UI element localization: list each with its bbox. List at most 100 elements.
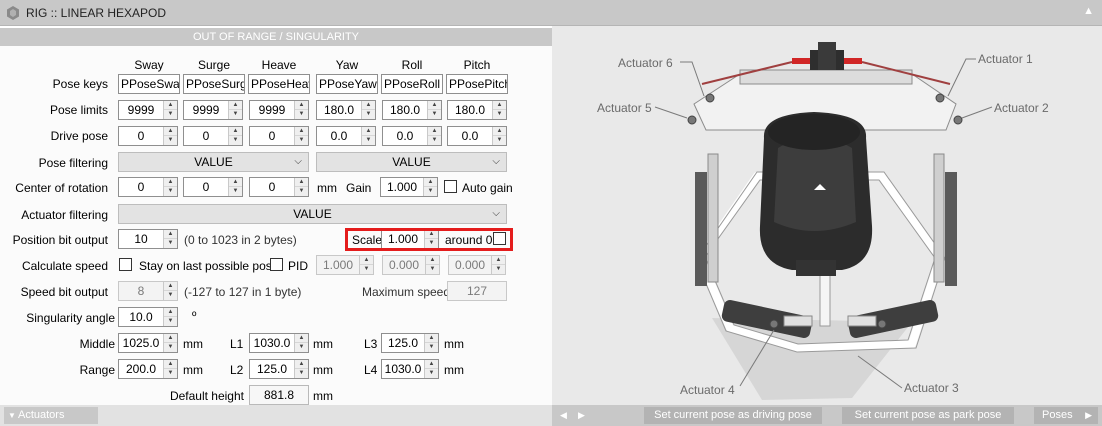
- set-park-pose-button[interactable]: Set current pose as park pose: [842, 407, 1014, 424]
- center-rotation-y-spinbox[interactable]: 0 ▲ ▼: [183, 177, 243, 197]
- spin-up-icon[interactable]: ▲: [492, 256, 505, 265]
- spin-down-icon[interactable]: ▼: [425, 369, 438, 378]
- drive-pose-yaw-spinbox[interactable]: 0.0 ▲ ▼: [316, 126, 376, 146]
- pose-limit-pitch-spinbox[interactable]: 180.0 ▲ ▼: [447, 100, 507, 120]
- drive-pose-sway-spinbox[interactable]: 0 ▲ ▼: [118, 126, 178, 146]
- spin-down-icon[interactable]: ▼: [426, 265, 439, 274]
- set-driving-pose-button[interactable]: Set current pose as driving pose: [644, 407, 822, 424]
- pid-p-spinbox[interactable]: 1.000 ▲ ▼: [316, 255, 374, 275]
- section-header[interactable]: OUT OF RANGE / SINGULARITY: [0, 28, 552, 46]
- spin-up-icon[interactable]: ▲: [493, 127, 506, 136]
- drive-pose-heave-spinbox[interactable]: 0 ▲ ▼: [249, 126, 309, 146]
- l1-spinbox[interactable]: 1030.0 ▲ ▼: [249, 333, 309, 353]
- drive-pose-pitch-spinbox[interactable]: 0.0 ▲ ▼: [447, 126, 507, 146]
- spin-down-icon[interactable]: ▼: [295, 369, 308, 378]
- pid-d-spinbox[interactable]: 0.000 ▲ ▼: [448, 255, 506, 275]
- spin-down-icon[interactable]: ▼: [229, 187, 242, 196]
- spin-down-icon[interactable]: ▼: [164, 317, 177, 326]
- pose-filtering-rotation-select[interactable]: VALUE ⌵: [316, 152, 507, 172]
- pose-key-roll-input[interactable]: PPoseRoll: [381, 74, 443, 94]
- spin-up-icon[interactable]: ▲: [362, 101, 375, 110]
- spin-up-icon[interactable]: ▲: [164, 308, 177, 317]
- spin-down-icon[interactable]: ▼: [164, 343, 177, 352]
- spin-up-icon[interactable]: ▲: [164, 282, 177, 291]
- spin-up-icon[interactable]: ▲: [295, 334, 308, 343]
- spin-down-icon[interactable]: ▼: [492, 265, 505, 274]
- spin-down-icon[interactable]: ▼: [295, 343, 308, 352]
- auto-gain-checkbox[interactable]: [444, 180, 457, 193]
- spin-down-icon[interactable]: ▼: [493, 136, 506, 145]
- spin-up-icon[interactable]: ▲: [295, 127, 308, 136]
- actuator-filtering-select[interactable]: VALUE ⌵: [118, 204, 507, 224]
- spin-up-icon[interactable]: ▲: [295, 360, 308, 369]
- spin-down-icon[interactable]: ▼: [428, 136, 441, 145]
- speed-bit-output-spinbox[interactable]: 8 ▲ ▼: [118, 281, 178, 301]
- spin-up-icon[interactable]: ▲: [424, 178, 437, 187]
- actuators-tab-button[interactable]: ▼ Actuators: [4, 407, 98, 424]
- spin-down-icon[interactable]: ▼: [362, 110, 375, 119]
- pose-filtering-translation-select[interactable]: VALUE ⌵: [118, 152, 309, 172]
- spin-up-icon[interactable]: ▲: [428, 127, 441, 136]
- pose-limit-yaw-spinbox[interactable]: 180.0 ▲ ▼: [316, 100, 376, 120]
- pose-key-yaw-input[interactable]: PPoseYaw: [316, 74, 378, 94]
- drive-pose-surge-spinbox[interactable]: 0 ▲ ▼: [183, 126, 243, 146]
- spin-up-icon[interactable]: ▲: [164, 127, 177, 136]
- l2-spinbox[interactable]: 125.0 ▲ ▼: [249, 359, 309, 379]
- range-spinbox[interactable]: 200.0 ▲ ▼: [118, 359, 178, 379]
- calculate-speed-checkbox[interactable]: [119, 258, 132, 271]
- spin-up-icon[interactable]: ▲: [362, 127, 375, 136]
- triangle-up-icon[interactable]: ▲: [1083, 5, 1094, 17]
- gain-spinbox[interactable]: 1.000 ▲ ▼: [380, 177, 438, 197]
- spin-down-icon[interactable]: ▼: [493, 110, 506, 119]
- spin-up-icon[interactable]: ▲: [295, 101, 308, 110]
- center-rotation-x-spinbox[interactable]: 0 ▲ ▼: [118, 177, 178, 197]
- spin-down-icon[interactable]: ▼: [424, 187, 437, 196]
- pose-key-heave-input[interactable]: PPoseHeave: [248, 74, 310, 94]
- middle-spinbox[interactable]: 1025.0 ▲ ▼: [118, 333, 178, 353]
- spin-up-icon[interactable]: ▲: [164, 334, 177, 343]
- spin-down-icon[interactable]: ▼: [164, 187, 177, 196]
- spin-down-icon[interactable]: ▼: [295, 136, 308, 145]
- center-rotation-z-spinbox[interactable]: 0 ▲ ▼: [249, 177, 309, 197]
- pose-limit-sway-spinbox[interactable]: 9999 ▲ ▼: [118, 100, 178, 120]
- spin-down-icon[interactable]: ▼: [362, 136, 375, 145]
- pose-key-surge-input[interactable]: PPoseSurge: [183, 74, 245, 94]
- spin-up-icon[interactable]: ▲: [164, 178, 177, 187]
- position-bit-output-spinbox[interactable]: 10 ▲ ▼: [118, 229, 178, 249]
- spin-up-icon[interactable]: ▲: [229, 101, 242, 110]
- spin-down-icon[interactable]: ▼: [164, 369, 177, 378]
- spin-up-icon[interactable]: ▲: [295, 178, 308, 187]
- pose-key-sway-input[interactable]: PPoseSway: [118, 74, 180, 94]
- spin-down-icon[interactable]: ▼: [295, 110, 308, 119]
- poses-tab-button[interactable]: Poses ▶: [1034, 407, 1098, 424]
- spin-down-icon[interactable]: ▼: [360, 265, 373, 274]
- singularity-angle-spinbox[interactable]: 10.0 ▲ ▼: [118, 307, 178, 327]
- triangle-left-icon[interactable]: ◀: [560, 407, 567, 424]
- spin-down-icon[interactable]: ▼: [164, 239, 177, 248]
- spin-down-icon[interactable]: ▼: [229, 136, 242, 145]
- triangle-right-icon[interactable]: ▶: [578, 407, 585, 424]
- spin-down-icon[interactable]: ▼: [164, 291, 177, 300]
- spin-down-icon[interactable]: ▼: [295, 187, 308, 196]
- spin-up-icon[interactable]: ▲: [426, 256, 439, 265]
- pid-i-spinbox[interactable]: 0.000 ▲ ▼: [382, 255, 440, 275]
- l3-spinbox[interactable]: 125.0 ▲ ▼: [381, 333, 439, 353]
- pose-limit-surge-spinbox[interactable]: 9999 ▲ ▼: [183, 100, 243, 120]
- spin-up-icon[interactable]: ▲: [229, 127, 242, 136]
- spin-down-icon[interactable]: ▼: [425, 343, 438, 352]
- pose-limit-heave-spinbox[interactable]: 9999 ▲ ▼: [249, 100, 309, 120]
- l4-spinbox[interactable]: 1030.0 ▲ ▼: [381, 359, 439, 379]
- spin-down-icon[interactable]: ▼: [229, 110, 242, 119]
- spin-up-icon[interactable]: ▲: [164, 360, 177, 369]
- spin-up-icon[interactable]: ▲: [229, 178, 242, 187]
- spin-up-icon[interactable]: ▲: [493, 101, 506, 110]
- drive-pose-roll-spinbox[interactable]: 0.0 ▲ ▼: [382, 126, 442, 146]
- spin-up-icon[interactable]: ▲: [360, 256, 373, 265]
- spin-up-icon[interactable]: ▲: [425, 334, 438, 343]
- pose-limit-roll-spinbox[interactable]: 180.0 ▲ ▼: [382, 100, 442, 120]
- rig-3d-viewport[interactable]: Actuator 6 Actuator 5 Actuator 1 Actuato…: [552, 26, 1102, 405]
- pose-key-pitch-input[interactable]: PPosePitch: [446, 74, 508, 94]
- spin-up-icon[interactable]: ▲: [428, 101, 441, 110]
- stay-last-pose-checkbox[interactable]: [270, 258, 283, 271]
- spin-down-icon[interactable]: ▼: [164, 110, 177, 119]
